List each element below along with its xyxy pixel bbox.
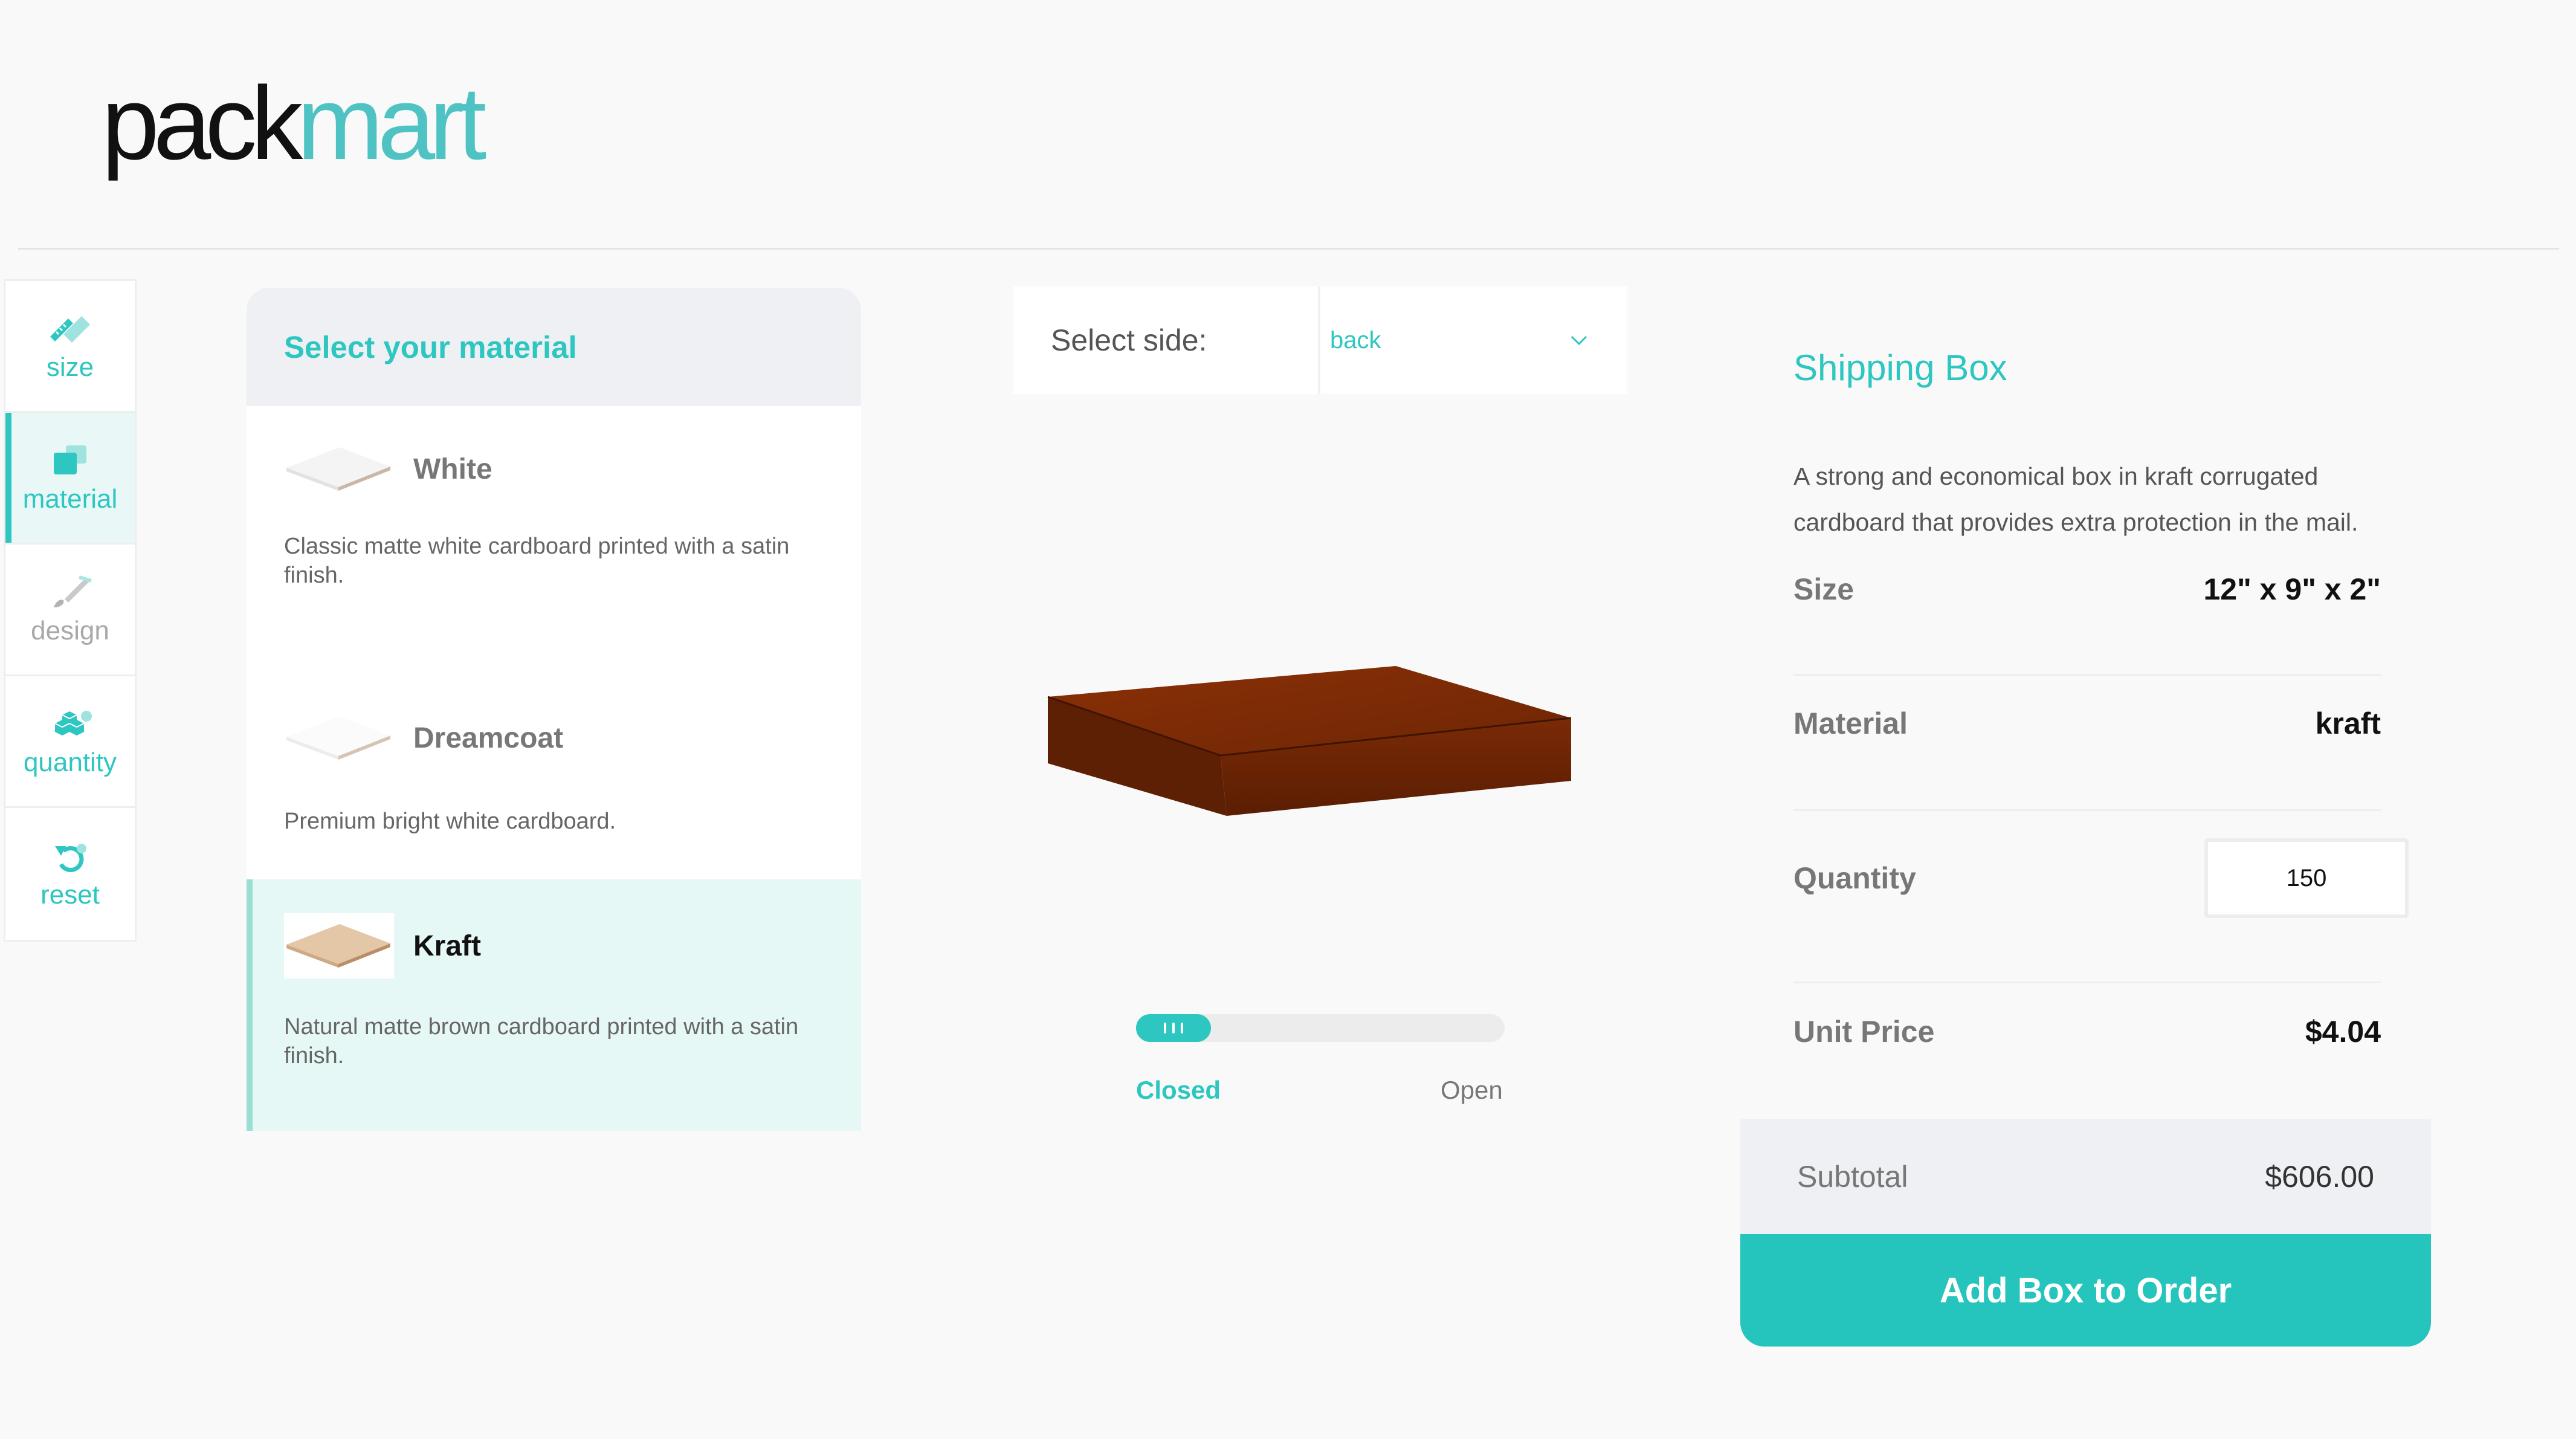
rail-item-label: reset [40, 880, 100, 910]
size-value: 12" x 9" x 2" [2203, 572, 2381, 606]
subtotal-label: Subtotal [1797, 1160, 1908, 1194]
packmart-logo[interactable]: packmart [102, 71, 486, 175]
material-option-white[interactable]: White Classic matte white cardboard prin… [247, 406, 861, 657]
rail-item-label: size [46, 352, 94, 382]
unit-price-row: Unit Price $4.04 [1793, 1014, 2381, 1049]
size-label: Size [1793, 572, 1855, 606]
material-description: Classic matte white cardboard printed wi… [284, 534, 790, 588]
material-option-dreamcoat[interactable]: Dreamcoat Premium bright white cardboard… [247, 657, 861, 879]
side-dropdown-value: back [1330, 326, 1381, 354]
rail-item-label: quantity [23, 747, 117, 777]
header-divider [18, 248, 2559, 250]
material-swatch-icon [54, 445, 86, 474]
slider-handle[interactable] [1136, 1014, 1211, 1042]
material-label: Material [1793, 707, 1908, 740]
rail-item-design[interactable]: design [5, 545, 135, 676]
material-panel: Select your material White Classic matte… [247, 288, 861, 1131]
side-dropdown[interactable]: back [1320, 286, 1627, 394]
material-name: Kraft [413, 930, 482, 962]
add-box-to-order-button[interactable]: Add Box to Order [1740, 1234, 2431, 1347]
material-panel-title: Select your material [247, 288, 861, 406]
paintbrush-icon [54, 575, 92, 607]
material-name: Dreamcoat [413, 722, 564, 754]
subtotal-value: $606.00 [2265, 1160, 2374, 1194]
material-option-kraft[interactable]: Kraft Natural matte brown cardboard prin… [247, 879, 861, 1131]
reset-icon [55, 844, 86, 872]
chevron-down-icon [1570, 335, 1587, 346]
side-selector-label: Select side: [1013, 286, 1320, 394]
divider [1793, 981, 2381, 983]
size-row: Size 12" x 9" x 2" [1793, 572, 2381, 607]
kraft-board-thumbnail [284, 913, 394, 978]
unit-price-label: Unit Price [1793, 1015, 1935, 1049]
product-title: Shipping Box [1793, 348, 2007, 388]
material-name: White [413, 453, 492, 485]
divider [1793, 674, 2381, 676]
rail-item-quantity[interactable]: quantity [5, 676, 135, 808]
fold-closed-label[interactable]: Closed [1136, 1076, 1221, 1105]
logo-text-mart: mart [297, 65, 486, 181]
material-description: Natural matte brown cardboard printed wi… [284, 1014, 799, 1069]
page: packmart size material design quantity r… [0, 0, 2576, 1439]
quantity-row: Quantity [1793, 838, 2409, 918]
boxes-icon [54, 710, 92, 736]
fold-state-slider[interactable] [1136, 1014, 1505, 1042]
quantity-input[interactable] [2204, 838, 2409, 918]
white-board-thumbnail [286, 447, 390, 491]
rail-item-label: material [22, 483, 118, 514]
product-description: A strong and economical box in kraft cor… [1793, 462, 2358, 536]
quantity-label: Quantity [1793, 861, 1916, 895]
material-description: Premium bright white cardboard. [284, 809, 616, 834]
subtotal-bar: Subtotal $606.00 [1740, 1119, 2431, 1234]
rail-item-material[interactable]: material [5, 413, 135, 545]
ruler-icon [50, 315, 90, 343]
material-value: kraft [2315, 707, 2381, 740]
fold-open-label[interactable]: Open [1441, 1076, 1503, 1105]
dreamcoat-board-thumbnail [286, 716, 390, 760]
side-selector: Select side: back [1013, 286, 1627, 394]
rail-item-label: design [31, 615, 109, 645]
rail-item-reset[interactable]: reset [5, 808, 135, 940]
rail-item-size[interactable]: size [5, 281, 135, 413]
step-rail: size material design quantity reset [4, 279, 137, 942]
material-row: Material kraft [1793, 706, 2381, 741]
unit-price-value: $4.04 [2305, 1015, 2381, 1049]
divider [1793, 809, 2381, 811]
box-3d-preview[interactable] [1039, 653, 1583, 816]
logo-text-pack: pack [102, 65, 303, 181]
